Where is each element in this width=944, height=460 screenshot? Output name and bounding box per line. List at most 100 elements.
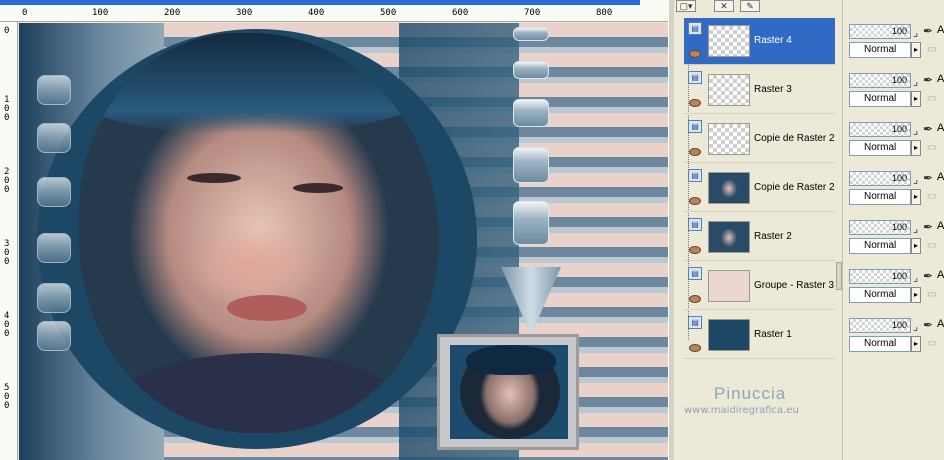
props-label: A	[937, 171, 944, 183]
opacity-value: 100	[891, 26, 907, 36]
layer-props-copie-raster-2-a: 100 ⌟ ✒ A Normal ▸ ▭	[847, 120, 944, 167]
layer-name: Raster 2	[754, 231, 792, 242]
watermark-title: Pinuccia	[714, 384, 787, 403]
opacity-value: 100	[891, 173, 907, 183]
horizontal-ruler: 0 100 200 300 400 500 600 700 800	[0, 0, 668, 22]
thumbnail-hair	[466, 345, 556, 375]
layer-type-icon[interactable]: ▤	[688, 267, 702, 280]
opacity-arrow-icon[interactable]: ⌟	[913, 75, 918, 88]
ruler-tick: 3 0 0	[4, 239, 10, 267]
eye-icon[interactable]	[689, 344, 701, 352]
layer-name: Raster 3	[754, 84, 792, 95]
brush-icon[interactable]: ✒	[923, 24, 933, 38]
blend-mode-select[interactable]: Normal	[849, 91, 911, 107]
new-layer-icon[interactable]: ▢▾	[676, 0, 696, 12]
layer-props-raster-2: 100 ⌟ ✒ A Normal ▸ ▭	[847, 218, 944, 265]
opacity-slider[interactable]: 100	[849, 73, 911, 88]
layer-type-icon[interactable]: ▤	[688, 218, 702, 231]
ruler-tick: 0	[4, 26, 10, 36]
image-canvas[interactable]	[19, 23, 668, 460]
eye-icon[interactable]	[689, 50, 701, 58]
blend-dropdown-button[interactable]: ▸	[911, 140, 921, 156]
opacity-slider[interactable]: 100	[849, 269, 911, 284]
blend-mode-select[interactable]: Normal	[849, 140, 911, 156]
opacity-arrow-icon[interactable]: ⌟	[913, 124, 918, 137]
brush-icon[interactable]: ✒	[923, 122, 933, 136]
lock-icon[interactable]: ▭	[927, 93, 936, 104]
vertical-ruler: 0 1 0 0 2 0 0 3 0 0 4 0 0 5 0 0	[0, 22, 18, 460]
opacity-slider[interactable]: 100	[849, 220, 911, 235]
blend-mode-select[interactable]: Normal	[849, 189, 911, 205]
eye-icon[interactable]	[689, 246, 701, 254]
lock-icon[interactable]: ▭	[927, 44, 936, 55]
ruler-tick: 600	[452, 8, 469, 18]
glass-cell-left	[37, 321, 71, 351]
brush-icon[interactable]: ✒	[923, 171, 933, 185]
blend-dropdown-button[interactable]: ▸	[911, 336, 921, 352]
blend-dropdown-button[interactable]: ▸	[911, 42, 921, 58]
brush-icon[interactable]: ✒	[923, 220, 933, 234]
blend-mode-select[interactable]: Normal	[849, 42, 911, 58]
lock-icon[interactable]: ▭	[927, 338, 936, 349]
opacity-slider[interactable]: 100	[849, 171, 911, 186]
opacity-slider[interactable]: 100	[849, 122, 911, 137]
eye-icon[interactable]	[689, 148, 701, 156]
layer-type-icon[interactable]: ▤	[688, 71, 702, 84]
blend-mode-select[interactable]: Normal	[849, 238, 911, 254]
layer-row-raster-4[interactable]: ▤ Raster 4	[684, 18, 835, 65]
opacity-value: 100	[891, 320, 907, 330]
opacity-slider[interactable]: 100	[849, 318, 911, 333]
layer-props-raster-3: 100 ⌟ ✒ A Normal ▸ ▭	[847, 71, 944, 118]
opacity-value: 100	[891, 271, 907, 281]
blend-dropdown-button[interactable]: ▸	[911, 287, 921, 303]
lock-icon[interactable]: ▭	[927, 289, 936, 300]
delete-layer-icon[interactable]: ✕	[714, 0, 734, 12]
thumbnail-portrait	[460, 345, 560, 439]
layer-name: Groupe - Raster 3	[754, 280, 835, 291]
layer-tools-icon[interactable]: ✎	[740, 0, 760, 12]
blend-dropdown-button[interactable]: ▸	[911, 189, 921, 205]
glass-cell-left	[37, 123, 71, 153]
layer-row-copie-raster-2-a[interactable]: ▤ Copie de Raster 2	[684, 116, 835, 163]
lock-icon[interactable]: ▭	[927, 240, 936, 251]
glass-cell-right	[513, 99, 549, 127]
opacity-slider[interactable]: 100	[849, 24, 911, 39]
layer-type-icon[interactable]: ▤	[688, 169, 702, 182]
brush-icon[interactable]: ✒	[923, 73, 933, 87]
brush-icon[interactable]: ✒	[923, 318, 933, 332]
eye-icon[interactable]	[689, 99, 701, 107]
layer-thumbnail	[708, 221, 750, 253]
ruler-tick: 300	[236, 8, 253, 18]
blend-mode-select[interactable]: Normal	[849, 287, 911, 303]
layer-type-icon[interactable]: ▤	[688, 22, 702, 35]
opacity-arrow-icon[interactable]: ⌟	[913, 320, 918, 333]
glass-cell-left	[37, 283, 71, 313]
lock-icon[interactable]: ▭	[927, 142, 936, 153]
props-label: A	[937, 24, 944, 36]
eye-icon[interactable]	[689, 295, 701, 303]
glass-cell-left	[37, 233, 71, 263]
layer-type-icon[interactable]: ▤	[688, 120, 702, 133]
opacity-arrow-icon[interactable]: ⌟	[913, 271, 918, 284]
brush-icon[interactable]: ✒	[923, 269, 933, 283]
ruler-tick: 400	[308, 8, 325, 18]
lock-icon[interactable]: ▭	[927, 191, 936, 202]
blend-dropdown-button[interactable]: ▸	[911, 91, 921, 107]
opacity-arrow-icon[interactable]: ⌟	[913, 222, 918, 235]
layer-row-raster-2[interactable]: ▤ Raster 2	[684, 214, 835, 261]
blend-mode-select[interactable]: Normal	[849, 336, 911, 352]
layer-row-raster-3[interactable]: ▤ Raster 3	[684, 67, 835, 114]
opacity-arrow-icon[interactable]: ⌟	[913, 26, 918, 39]
props-label: A	[937, 269, 944, 281]
eye-icon[interactable]	[689, 197, 701, 205]
layer-type-icon[interactable]: ▤	[688, 316, 702, 329]
layer-row-raster-1[interactable]: ▤ Raster 1	[684, 312, 835, 359]
layer-row-copie-raster-2-b[interactable]: ▤ Copie de Raster 2	[684, 165, 835, 212]
glass-cell-right	[513, 201, 549, 245]
layer-row-groupe-raster-3[interactable]: ▤ Groupe - Raster 3	[684, 263, 835, 310]
ruler-tick: 1 0 0	[4, 95, 10, 123]
watermark-url: www.maidiregrafica.eu	[684, 405, 799, 416]
blend-dropdown-button[interactable]: ▸	[911, 238, 921, 254]
opacity-arrow-icon[interactable]: ⌟	[913, 173, 918, 186]
opacity-value: 100	[891, 222, 907, 232]
